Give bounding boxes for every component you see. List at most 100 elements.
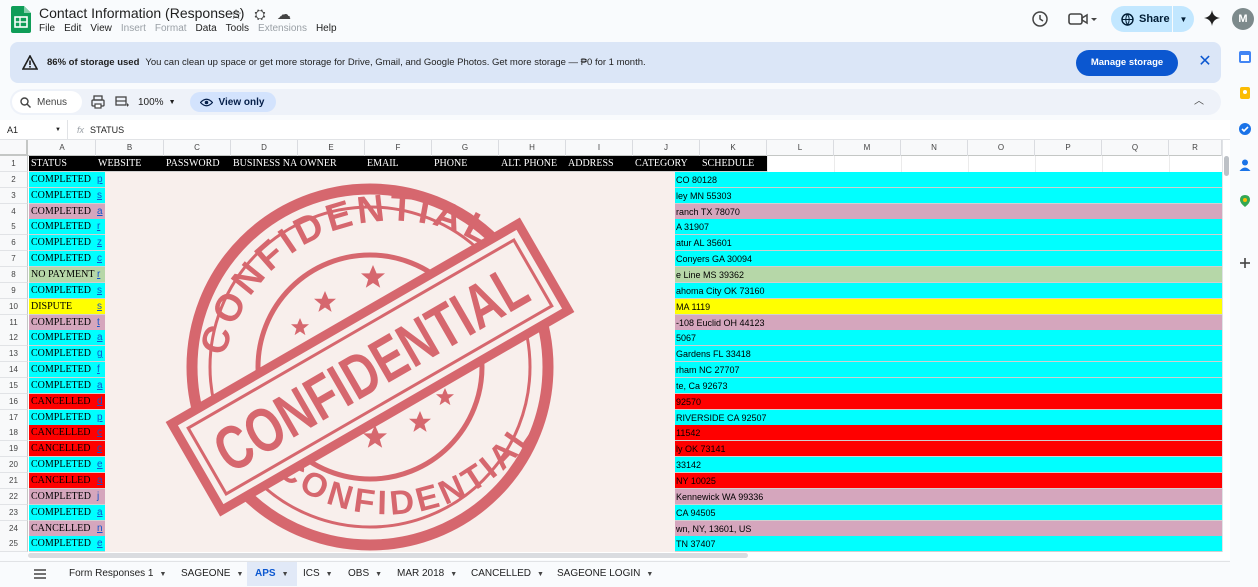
column-header-k[interactable]: K — [700, 140, 767, 156]
collapse-menus-icon[interactable]: ︿ — [1191, 94, 1207, 110]
column-header-o[interactable]: O — [968, 140, 1035, 156]
print-icon[interactable] — [90, 94, 106, 110]
gemini-sparkle-icon[interactable] — [1204, 10, 1220, 26]
keep-icon[interactable] — [1238, 86, 1252, 100]
status-cell[interactable]: COMPLETED — [31, 251, 91, 267]
sheet-tab[interactable]: SAGEONE LOGIN ▼ — [549, 562, 661, 586]
header-cell[interactable]: BUSINESS NAME — [233, 156, 297, 172]
website-link[interactable]: s — [97, 283, 102, 299]
website-link[interactable]: g — [97, 346, 103, 362]
meet-camera-icon[interactable] — [1065, 9, 1099, 29]
formula-value[interactable]: STATUS — [90, 125, 124, 135]
address-cell[interactable]: CO 80128 — [676, 172, 717, 188]
website-link[interactable]: a — [97, 204, 103, 220]
status-cell[interactable]: COMPLETED — [31, 219, 91, 235]
menu-file[interactable]: File — [39, 23, 55, 34]
website-link[interactable]: j — [97, 489, 99, 505]
header-cell[interactable]: OWNER — [300, 156, 364, 172]
status-cell[interactable]: COMPLETED — [31, 505, 91, 521]
row-number[interactable]: 14 — [0, 362, 28, 379]
menu-format[interactable]: Format — [155, 23, 187, 34]
tab-caret-icon[interactable]: ▼ — [236, 571, 243, 578]
status-cell[interactable]: COMPLETED — [31, 346, 91, 362]
status-cell[interactable]: CANCELLED — [31, 394, 90, 410]
address-cell[interactable]: ly OK 73141 — [676, 441, 726, 457]
document-title[interactable]: Contact Information (Responses) — [39, 5, 244, 21]
status-cell[interactable]: COMPLETED — [31, 330, 91, 346]
address-cell[interactable]: CA 94505 — [676, 505, 716, 521]
address-cell[interactable]: -108 Euclid OH 44123 — [676, 315, 765, 331]
row-number[interactable]: 24 — [0, 520, 28, 537]
website-link[interactable]: p — [97, 172, 103, 188]
row-number[interactable]: 25 — [0, 536, 28, 552]
version-history-icon[interactable] — [1031, 10, 1049, 28]
column-header-m[interactable]: M — [834, 140, 901, 156]
website-link[interactable]: r — [97, 267, 100, 283]
row-number[interactable]: 4 — [0, 203, 28, 220]
row-number[interactable]: 15 — [0, 377, 28, 394]
address-cell[interactable]: te, Ca 92673 — [676, 378, 728, 394]
status-cell[interactable]: COMPLETED — [31, 489, 91, 505]
address-cell[interactable]: Conyers GA 30094 — [676, 251, 752, 267]
paint-format-icon[interactable] — [114, 94, 130, 110]
menus-search[interactable]: Menus — [12, 91, 82, 113]
manage-storage-button[interactable]: Manage storage — [1076, 50, 1178, 76]
tab-caret-icon[interactable]: ▼ — [282, 571, 289, 578]
menu-edit[interactable]: Edit — [64, 23, 81, 34]
address-cell[interactable]: 5067 — [676, 330, 696, 346]
row-number[interactable]: 12 — [0, 330, 28, 347]
calendar-icon[interactable] — [1238, 50, 1252, 64]
menu-view[interactable]: View — [90, 23, 112, 34]
status-cell[interactable]: COMPLETED — [31, 235, 91, 251]
row-number[interactable]: 1 — [0, 156, 28, 172]
status-cell[interactable]: COMPLETED — [31, 457, 91, 473]
address-cell[interactable]: 92570 — [676, 394, 701, 410]
row-number[interactable]: 18 — [0, 425, 28, 442]
menu-data[interactable]: Data — [196, 23, 217, 34]
header-cell[interactable]: PASSWORD — [166, 156, 230, 172]
row-number[interactable]: 23 — [0, 504, 28, 521]
row-number[interactable]: 16 — [0, 393, 28, 410]
column-header-f[interactable]: F — [365, 140, 432, 156]
status-cell[interactable]: COMPLETED — [31, 536, 91, 552]
status-cell[interactable]: DISPUTE — [31, 299, 72, 315]
column-header-p[interactable]: P — [1035, 140, 1102, 156]
address-cell[interactable]: Gardens FL 33418 — [676, 346, 751, 362]
status-cell[interactable]: COMPLETED — [31, 378, 91, 394]
account-avatar[interactable]: M — [1232, 8, 1254, 30]
menu-insert[interactable]: Insert — [121, 23, 146, 34]
row-number[interactable]: 19 — [0, 441, 28, 458]
close-icon[interactable]: ✕ — [1197, 54, 1213, 70]
name-box-caret-icon[interactable]: ▼ — [55, 127, 61, 133]
header-cell[interactable]: PHONE — [434, 156, 498, 172]
status-cell[interactable]: CANCELLED — [31, 521, 90, 537]
address-cell[interactable]: MA 1119 — [676, 299, 710, 315]
column-header-e[interactable]: E — [298, 140, 365, 156]
website-link[interactable]: c — [97, 251, 102, 267]
status-cell[interactable]: COMPLETED — [31, 172, 91, 188]
name-box[interactable]: A1 ▼ — [0, 120, 68, 139]
website-link[interactable]: n — [97, 521, 103, 537]
status-cell[interactable]: CANCELLED — [31, 441, 90, 457]
address-cell[interactable]: atur AL 35601 — [676, 235, 732, 251]
view-only-chip[interactable]: View only — [189, 92, 277, 112]
column-header-d[interactable]: D — [231, 140, 298, 156]
row-number[interactable]: 20 — [0, 457, 28, 474]
row-number[interactable]: 3 — [0, 187, 28, 204]
vertical-scroll-thumb[interactable] — [1224, 156, 1229, 176]
move-icon[interactable]: ⛭ — [252, 6, 268, 22]
row-number[interactable]: 2 — [0, 171, 28, 188]
address-cell[interactable]: Kennewick WA 99336 — [676, 489, 763, 505]
address-cell[interactable]: 11542 — [676, 425, 700, 441]
header-cell[interactable]: ALT. PHONE — [501, 156, 565, 172]
sheet-tab[interactable]: MAR 2018 ▼ — [389, 562, 465, 586]
all-sheets-menu-icon[interactable] — [33, 568, 47, 580]
website-link[interactable]: a — [97, 473, 103, 489]
header-cell[interactable]: SCHEDULE — [702, 156, 766, 172]
row-number[interactable]: 22 — [0, 488, 28, 505]
sheet-tab[interactable]: APS ▼ — [247, 562, 297, 586]
column-header-n[interactable]: N — [901, 140, 968, 156]
status-cell[interactable]: COMPLETED — [31, 410, 91, 426]
contacts-icon[interactable] — [1238, 158, 1252, 172]
header-cell[interactable]: ADDRESS — [568, 156, 632, 172]
